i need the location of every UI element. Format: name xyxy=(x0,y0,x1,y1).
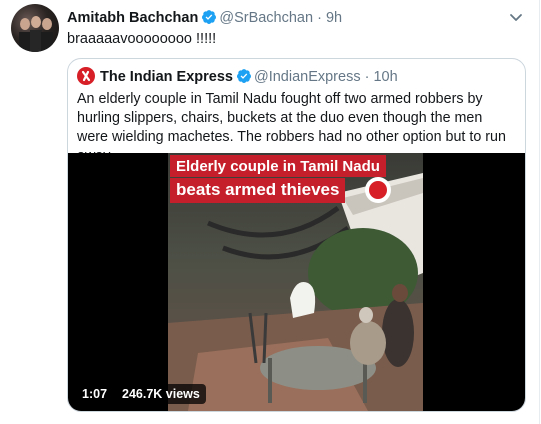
indian-express-logo-icon xyxy=(77,67,95,85)
video-player[interactable]: Elderly couple in Tamil Nadu beats armed… xyxy=(68,153,525,411)
video-view-count: 246.7K views xyxy=(116,384,206,404)
chevron-down-icon[interactable] xyxy=(507,8,525,26)
quoted-author-name[interactable]: The Indian Express xyxy=(100,69,233,85)
tweet-header: Amitabh Bachchan @SrBachchan · 9h xyxy=(67,9,342,29)
verified-badge-icon xyxy=(201,9,217,29)
indian-express-logo-icon xyxy=(365,177,391,203)
tweet[interactable]: Amitabh Bachchan @SrBachchan · 9h braaaaa… xyxy=(0,0,540,424)
quoted-tweet[interactable]: The Indian Express @IndianExpress · 10h A… xyxy=(67,58,526,412)
video-overlay-line-2: beats armed thieves xyxy=(170,178,346,203)
separator: · xyxy=(364,69,370,85)
separator: · xyxy=(317,10,322,26)
tweet-timestamp[interactable]: 9h xyxy=(326,10,342,26)
video-duration: 1:07 xyxy=(76,384,114,404)
author-handle[interactable]: @SrBachchan xyxy=(219,10,313,26)
avatar-photo xyxy=(19,16,53,52)
avatar[interactable] xyxy=(11,4,59,52)
quoted-author-handle[interactable]: @IndianExpress xyxy=(254,69,361,85)
video-overlay-line-1: Elderly couple in Tamil Nadu xyxy=(170,155,386,177)
video-overlay-banner: Elderly couple in Tamil Nadu beats armed… xyxy=(170,155,391,203)
quoted-tweet-header: The Indian Express @IndianExpress · 10h xyxy=(77,67,398,88)
author-name[interactable]: Amitabh Bachchan xyxy=(67,10,198,26)
verified-badge-icon xyxy=(236,68,252,88)
tweet-text: braaaaavoooooooo !!!!! xyxy=(67,31,217,47)
quoted-tweet-timestamp[interactable]: 10h xyxy=(373,69,397,85)
video-frame: Elderly couple in Tamil Nadu beats armed… xyxy=(168,153,423,411)
